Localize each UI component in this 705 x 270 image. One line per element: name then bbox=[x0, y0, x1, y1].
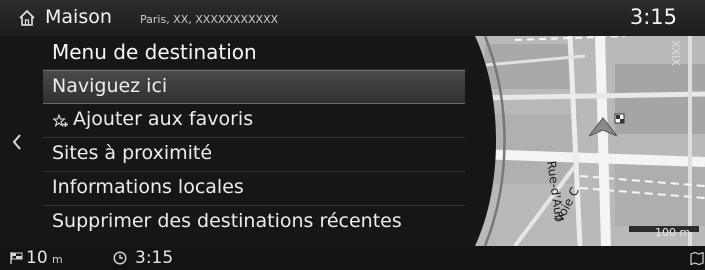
map-icon[interactable] bbox=[690, 252, 704, 265]
eta-time: 3:15 bbox=[135, 248, 174, 268]
destination-title: Maison bbox=[45, 6, 112, 28]
distance-unit: m bbox=[52, 253, 63, 266]
menu-item-label: Supprimer des destinations récentes bbox=[52, 210, 402, 232]
menu-item-label: Sites à proximité bbox=[52, 142, 213, 164]
chevron-left-icon[interactable] bbox=[11, 132, 23, 152]
destination-menu: Menu de destination Naviguez ici Ajouter… bbox=[0, 36, 480, 246]
clock-icon bbox=[113, 251, 127, 265]
destination-flag-icon bbox=[10, 252, 23, 264]
menu-item-label: Ajouter aux favoris bbox=[73, 108, 254, 130]
map-poi-label: XXIX bbox=[669, 40, 682, 66]
menu-item-ajouter-favoris[interactable]: Ajouter aux favoris bbox=[43, 104, 465, 138]
home-icon bbox=[19, 9, 35, 26]
menu-item-sites-proximite[interactable]: Sites à proximité bbox=[43, 138, 465, 172]
menu-item-naviguez-ici[interactable]: Naviguez ici bbox=[43, 70, 465, 104]
menu-heading-label: Menu de destination bbox=[52, 40, 257, 64]
menu-heading: Menu de destination bbox=[43, 36, 465, 70]
star-add-icon bbox=[53, 114, 68, 127]
map-scale-label: 100 m bbox=[655, 226, 691, 239]
clock-time: 3:15 bbox=[629, 5, 677, 29]
distance-value: 10 bbox=[26, 248, 48, 268]
menu-item-supprimer-destinations[interactable]: Supprimer des destinations récentes bbox=[43, 206, 465, 240]
status-footer: 10 m 3:15 bbox=[0, 246, 705, 270]
destination-address: Paris, XX, XXXXXXXXXXX bbox=[140, 13, 279, 26]
menu-item-label: Informations locales bbox=[52, 176, 244, 198]
menu-item-label: Naviguez ici bbox=[52, 75, 168, 97]
menu-item-informations-locales[interactable]: Informations locales bbox=[43, 172, 465, 206]
navigation-screen: Maison Paris, XX, XXXXXXXXXXX 3:15 Menu … bbox=[0, 0, 705, 270]
header-bar: Maison Paris, XX, XXXXXXXXXXX 3:15 bbox=[0, 0, 705, 36]
map-view[interactable] bbox=[475, 36, 705, 246]
